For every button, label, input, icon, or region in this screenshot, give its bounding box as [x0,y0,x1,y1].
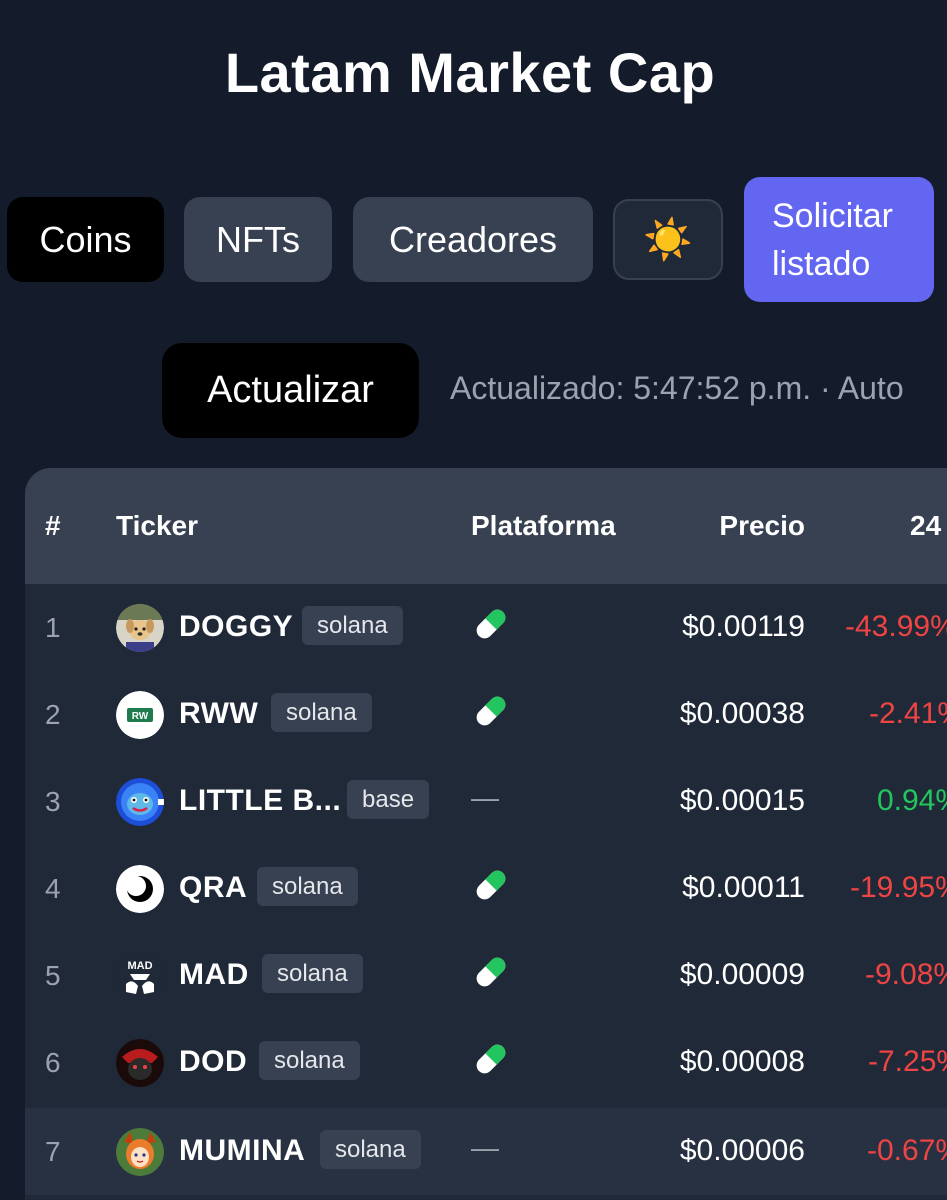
ticker-symbol[interactable]: RWW [179,697,258,731]
table-row[interactable]: 3 LITTLE B... base — $0.00015 0.94% [25,758,947,845]
price-value: $0.00119 [682,610,805,643]
chain-badge: solana [320,1130,421,1169]
price-value: $0.00009 [679,958,805,991]
change-24h-value: -7.25% [868,1045,947,1078]
change-24h-value: -9.08% [865,958,947,991]
sun-icon: ☀️ [643,218,693,262]
mad-logo-icon: MAD [116,952,164,1000]
table-row[interactable]: 4 QRA solana $0.00011 -19.95% [25,845,947,932]
chain-badge: solana [302,606,403,645]
doggy-avatar-icon [116,604,164,652]
tab-creadores[interactable]: Creadores [353,197,593,282]
table-header: # Ticker Plataforma Precio 24 [25,468,947,584]
tab-nfts[interactable]: NFTs [184,197,332,282]
request-listing-button[interactable]: Solicitar listado [744,177,934,302]
change-24h-value: -2.41% [869,697,947,730]
column-header-rank[interactable]: # [45,510,61,542]
price-value: $0.00038 [679,697,805,730]
chain-badge: solana [271,693,372,732]
price-value: $0.00006 [679,1134,805,1167]
coins-table: # Ticker Plataforma Precio 24 1 DOGGY so… [25,468,947,1200]
ticker-symbol[interactable]: MAD [179,958,249,992]
row-rank: 1 [45,612,61,643]
column-header-24h-change[interactable]: 24 [910,510,941,542]
table-row[interactable]: 5 MAD MAD solana $0.00009 -9.08 [25,932,947,1019]
price-value: $0.00008 [679,1045,805,1078]
ticker-symbol[interactable]: QRA [179,871,247,905]
chain-badge: base [347,780,430,819]
row-rank: 7 [45,1136,61,1167]
last-updated-status: Actualizado: 5:47:52 p.m. · Auto [450,370,904,406]
refresh-button[interactable]: Actualizar [162,343,419,438]
pill-icon[interactable] [471,1039,511,1079]
column-header-platform[interactable]: Plataforma [471,510,616,542]
change-24h-value: -0.67% [867,1134,947,1167]
ticker-symbol[interactable]: LITTLE B... [179,784,341,818]
pill-icon[interactable] [471,691,511,731]
page: Latam Market Cap Coins NFTs Creadores ☀️… [0,0,947,1200]
change-24h-value: -19.95% [850,871,947,904]
table-row[interactable]: 2 RW RWW solana $0.00038 -2.41% [25,671,947,758]
row-rank: 3 [45,786,61,817]
pill-icon[interactable] [471,604,511,644]
mumina-avatar-icon [116,1128,164,1176]
row-rank: 2 [45,699,61,730]
chain-badge: solana [257,867,358,906]
change-24h-value: 0.94% [877,784,947,817]
pill-icon[interactable] [471,952,511,992]
table-row[interactable]: 1 DOGGY solana $0.00119 -43.99% [25,584,947,671]
platform-none: — [471,782,499,813]
chain-badge: solana [262,954,363,993]
dod-avatar-icon [116,1039,164,1087]
ticker-symbol[interactable]: DOD [179,1045,247,1079]
theme-toggle-button[interactable]: ☀️ [613,199,723,280]
price-value: $0.00015 [679,784,805,817]
change-24h-value: -43.99% [845,610,947,643]
little-b-avatar-icon [116,778,164,826]
row-rank: 6 [45,1047,61,1078]
pill-icon[interactable] [471,865,511,905]
table-row[interactable]: 7 MUMINA solana — $0.00006 -0.67% [25,1108,947,1195]
rww-logo-icon: RW [116,691,164,739]
row-rank: 4 [45,873,61,904]
platform-none: — [471,1132,499,1163]
price-value: $0.00011 [682,871,805,904]
row-rank: 5 [45,960,61,991]
qra-moon-icon [116,865,164,913]
page-title: Latam Market Cap [224,41,716,104]
mad-logo-text: MAD [127,960,152,972]
table-row[interactable]: 6 DOD solana $0.00008 -7.25 [25,1019,947,1106]
chain-badge: solana [259,1041,360,1080]
ticker-symbol[interactable]: MUMINA [179,1134,305,1168]
column-header-price[interactable]: Precio [625,510,805,542]
column-header-ticker[interactable]: Ticker [116,510,198,542]
rww-logo-text: RW [132,711,149,722]
tab-coins[interactable]: Coins [7,197,164,282]
ticker-symbol[interactable]: DOGGY [179,610,293,644]
